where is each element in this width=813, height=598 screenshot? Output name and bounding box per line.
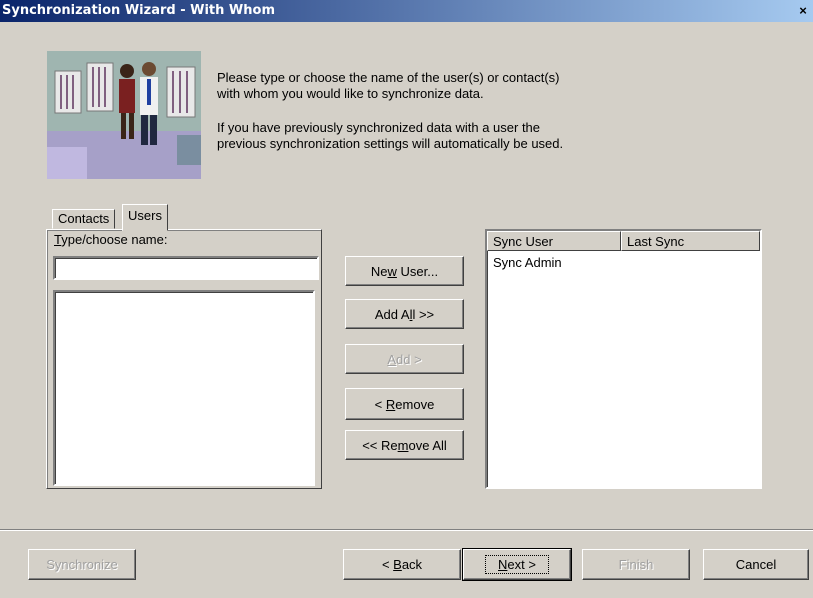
- remove-all-button[interactable]: << Remove All: [345, 430, 464, 460]
- window-title: Synchronization Wizard - With Whom: [2, 3, 275, 18]
- back-button[interactable]: < Back: [343, 549, 461, 580]
- intro-line-4: previous synchronization settings will a…: [217, 136, 564, 151]
- intro-line-2: with whom you would like to synchronize …: [217, 86, 484, 101]
- synchronize-button[interactable]: Synchronize: [28, 549, 136, 580]
- add-button[interactable]: Add >: [345, 344, 464, 374]
- cancel-button[interactable]: Cancel: [703, 549, 809, 580]
- intro-line-1: Please type or choose the name of the us…: [217, 70, 560, 85]
- intro-text-2: If you have previously synchronized data…: [217, 120, 637, 152]
- remove-button[interactable]: < Remove: [345, 388, 464, 420]
- finish-button[interactable]: Finish: [582, 549, 690, 580]
- add-all-button[interactable]: Add All >>: [345, 299, 464, 329]
- column-header-sync-user[interactable]: Sync User: [487, 231, 621, 251]
- close-icon[interactable]: ×: [795, 3, 811, 19]
- tab-users[interactable]: Users: [122, 204, 168, 231]
- footer-separator: [0, 529, 813, 531]
- intro-text-1: Please type or choose the name of the us…: [217, 70, 637, 102]
- tab-contacts[interactable]: Contacts: [52, 209, 116, 229]
- name-field-label: Type/choose name:: [54, 232, 168, 247]
- users-tab-panel: Type/choose name:: [46, 229, 322, 489]
- list-item[interactable]: Sync Admin: [493, 255, 562, 270]
- title-bar: Synchronization Wizard - With Whom ×: [0, 0, 813, 22]
- name-list[interactable]: [53, 290, 315, 486]
- sync-user-name: Sync Admin: [493, 255, 562, 270]
- name-input[interactable]: [53, 256, 319, 280]
- column-header-last-sync[interactable]: Last Sync: [621, 231, 760, 251]
- new-user-button[interactable]: New User...: [345, 256, 464, 286]
- intro-line-3: If you have previously synchronized data…: [217, 120, 541, 135]
- wizard-illustration: [47, 51, 201, 179]
- next-button[interactable]: Next >: [462, 548, 572, 581]
- sync-user-list[interactable]: Sync User Last Sync Sync Admin: [485, 229, 762, 489]
